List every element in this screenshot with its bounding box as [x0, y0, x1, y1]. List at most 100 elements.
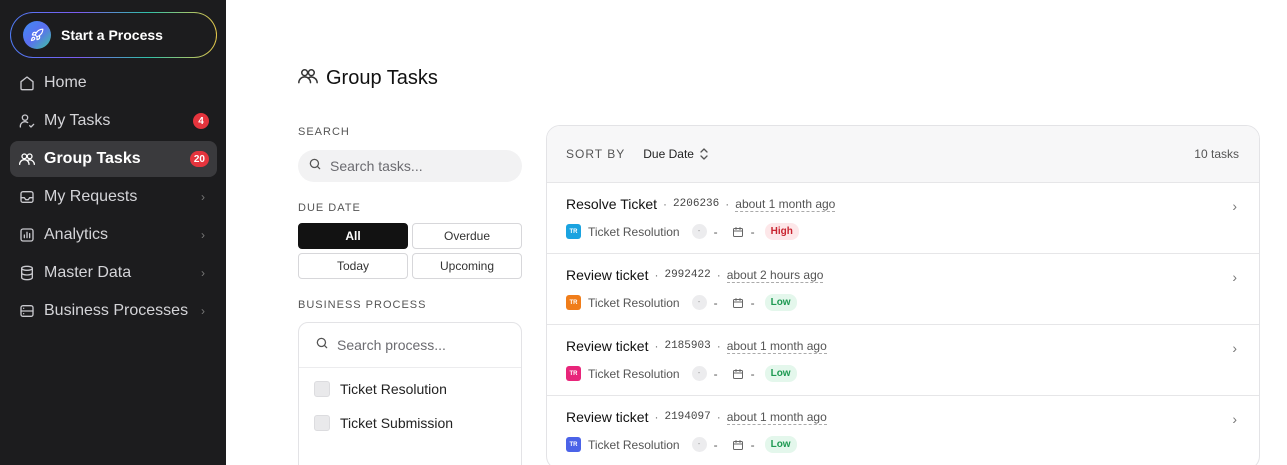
task-time: about 1 month ago [726, 409, 827, 425]
task-id: 2992422 [664, 269, 711, 281]
task-count: 10 tasks [1194, 147, 1239, 161]
separator: · [654, 339, 659, 353]
process-search-input[interactable] [337, 337, 507, 353]
chevron-right-icon: › [201, 266, 205, 280]
sidebar-item-group-tasks[interactable]: Group Tasks 20 [10, 141, 217, 177]
assignee-value: - [713, 437, 718, 452]
task-time: about 1 month ago [735, 196, 836, 212]
users-icon [18, 150, 36, 168]
task-title: Resolve Ticket [566, 196, 658, 212]
sort-updown-icon [700, 148, 708, 160]
due-date-overdue-button[interactable]: Overdue [412, 223, 522, 249]
start-process-label: Start a Process [61, 27, 163, 43]
group-tasks-badge: 20 [189, 151, 209, 167]
business-process-filter: Ticket Resolution Ticket Submission [298, 322, 522, 465]
search-input[interactable] [330, 158, 500, 174]
assignee-value: - [713, 366, 718, 381]
sidebar-item-label: Master Data [44, 264, 132, 281]
sidebar-nav: Home My Tasks 4 Group Tasks 20 My Reques… [10, 65, 217, 331]
due-date-upcoming-button[interactable]: Upcoming [412, 253, 522, 279]
calendar-icon [732, 439, 744, 451]
calendar-icon [732, 226, 744, 238]
inbox-icon [18, 188, 36, 206]
process-icon: TR [566, 366, 581, 381]
process-icon: TR [566, 295, 581, 310]
rocket-icon [23, 21, 51, 49]
sidebar-item-my-requests[interactable]: My Requests › [10, 179, 217, 215]
page-header: Group Tasks [298, 66, 438, 91]
sidebar-item-label: Home [44, 74, 87, 91]
search-icon [315, 336, 329, 355]
server-icon [18, 302, 36, 320]
chevron-right-icon: › [1232, 340, 1237, 356]
tasks-header: SORT BY Due Date 10 tasks [547, 126, 1259, 183]
task-row[interactable]: Resolve Ticket · 2206236 · about 1 month… [547, 183, 1259, 254]
process-option-ticket-resolution[interactable]: Ticket Resolution [299, 372, 521, 406]
page-title: Group Tasks [326, 67, 438, 89]
task-title: Review ticket [566, 267, 649, 283]
priority-badge: High [764, 223, 799, 240]
users-icon [298, 66, 318, 91]
sidebar-item-analytics[interactable]: Analytics › [10, 217, 217, 253]
sidebar-item-home[interactable]: Home [10, 65, 217, 101]
due-date-today-button[interactable]: Today [298, 253, 408, 279]
process-name: Ticket Resolution [588, 224, 680, 239]
due-value: - [750, 437, 755, 452]
task-row[interactable]: Review ticket · 2194097 · about 1 month … [547, 396, 1259, 465]
assignee-value: - [713, 295, 718, 310]
sort-value: Due Date [643, 147, 694, 161]
separator: · [716, 410, 721, 424]
sidebar-item-business-processes[interactable]: Business Processes › [10, 293, 217, 329]
process-name: Ticket Resolution [588, 437, 680, 452]
user-check-icon [18, 112, 36, 130]
checkbox[interactable] [314, 381, 330, 397]
task-id: 2194097 [664, 411, 711, 423]
due-date-filter: All Overdue Today Upcoming [298, 223, 522, 279]
sidebar-item-my-tasks[interactable]: My Tasks 4 [10, 103, 217, 139]
sidebar-item-label: Business Processes [44, 302, 189, 319]
sidebar-item-master-data[interactable]: Master Data › [10, 255, 217, 291]
due-date-label: DUE DATE [298, 202, 361, 214]
filters-panel: SEARCH DUE DATE All Overdue Today Upcomi… [298, 126, 522, 465]
start-process-button[interactable]: Start a Process [10, 12, 217, 58]
separator: · [725, 197, 730, 211]
priority-badge: Low [764, 365, 797, 382]
business-process-label: BUSINESS PROCESS [298, 299, 427, 311]
task-id: 2185903 [664, 340, 711, 352]
assignee-avatar-icon: - [691, 437, 707, 452]
process-option-label: Ticket Submission [340, 415, 454, 431]
home-icon [18, 74, 36, 92]
search-icon [308, 157, 322, 176]
sort-label: SORT BY [566, 147, 626, 161]
sidebar-item-label: My Tasks [44, 112, 111, 129]
calendar-icon [732, 297, 744, 309]
process-name: Ticket Resolution [588, 366, 680, 381]
chevron-right-icon: › [201, 228, 205, 242]
process-option-ticket-submission[interactable]: Ticket Submission [299, 406, 521, 440]
task-title: Review ticket [566, 338, 649, 354]
sidebar-item-label: Analytics [44, 226, 109, 243]
separator: · [716, 339, 721, 353]
chevron-right-icon: › [201, 190, 205, 204]
assignee-avatar-icon: - [691, 295, 707, 310]
assignee-avatar-icon: - [691, 366, 707, 381]
task-id: 2206236 [673, 198, 720, 210]
task-row[interactable]: Review ticket · 2992422 · about 2 hours … [547, 254, 1259, 325]
chevron-right-icon: › [201, 304, 205, 318]
separator: · [663, 197, 668, 211]
due-value: - [750, 224, 755, 239]
sort-select[interactable]: Due Date [643, 147, 708, 161]
checkbox[interactable] [314, 415, 330, 431]
chevron-right-icon: › [1232, 269, 1237, 285]
separator: · [654, 410, 659, 424]
chevron-right-icon: › [1232, 411, 1237, 427]
assignee-value: - [713, 224, 718, 239]
due-value: - [750, 366, 755, 381]
database-icon [18, 264, 36, 282]
separator: · [654, 268, 659, 282]
due-date-all-button[interactable]: All [298, 223, 408, 249]
task-row[interactable]: Review ticket · 2185903 · about 1 month … [547, 325, 1259, 396]
calendar-icon [732, 368, 744, 380]
priority-badge: Low [764, 436, 797, 453]
chevron-right-icon: › [1232, 198, 1237, 214]
